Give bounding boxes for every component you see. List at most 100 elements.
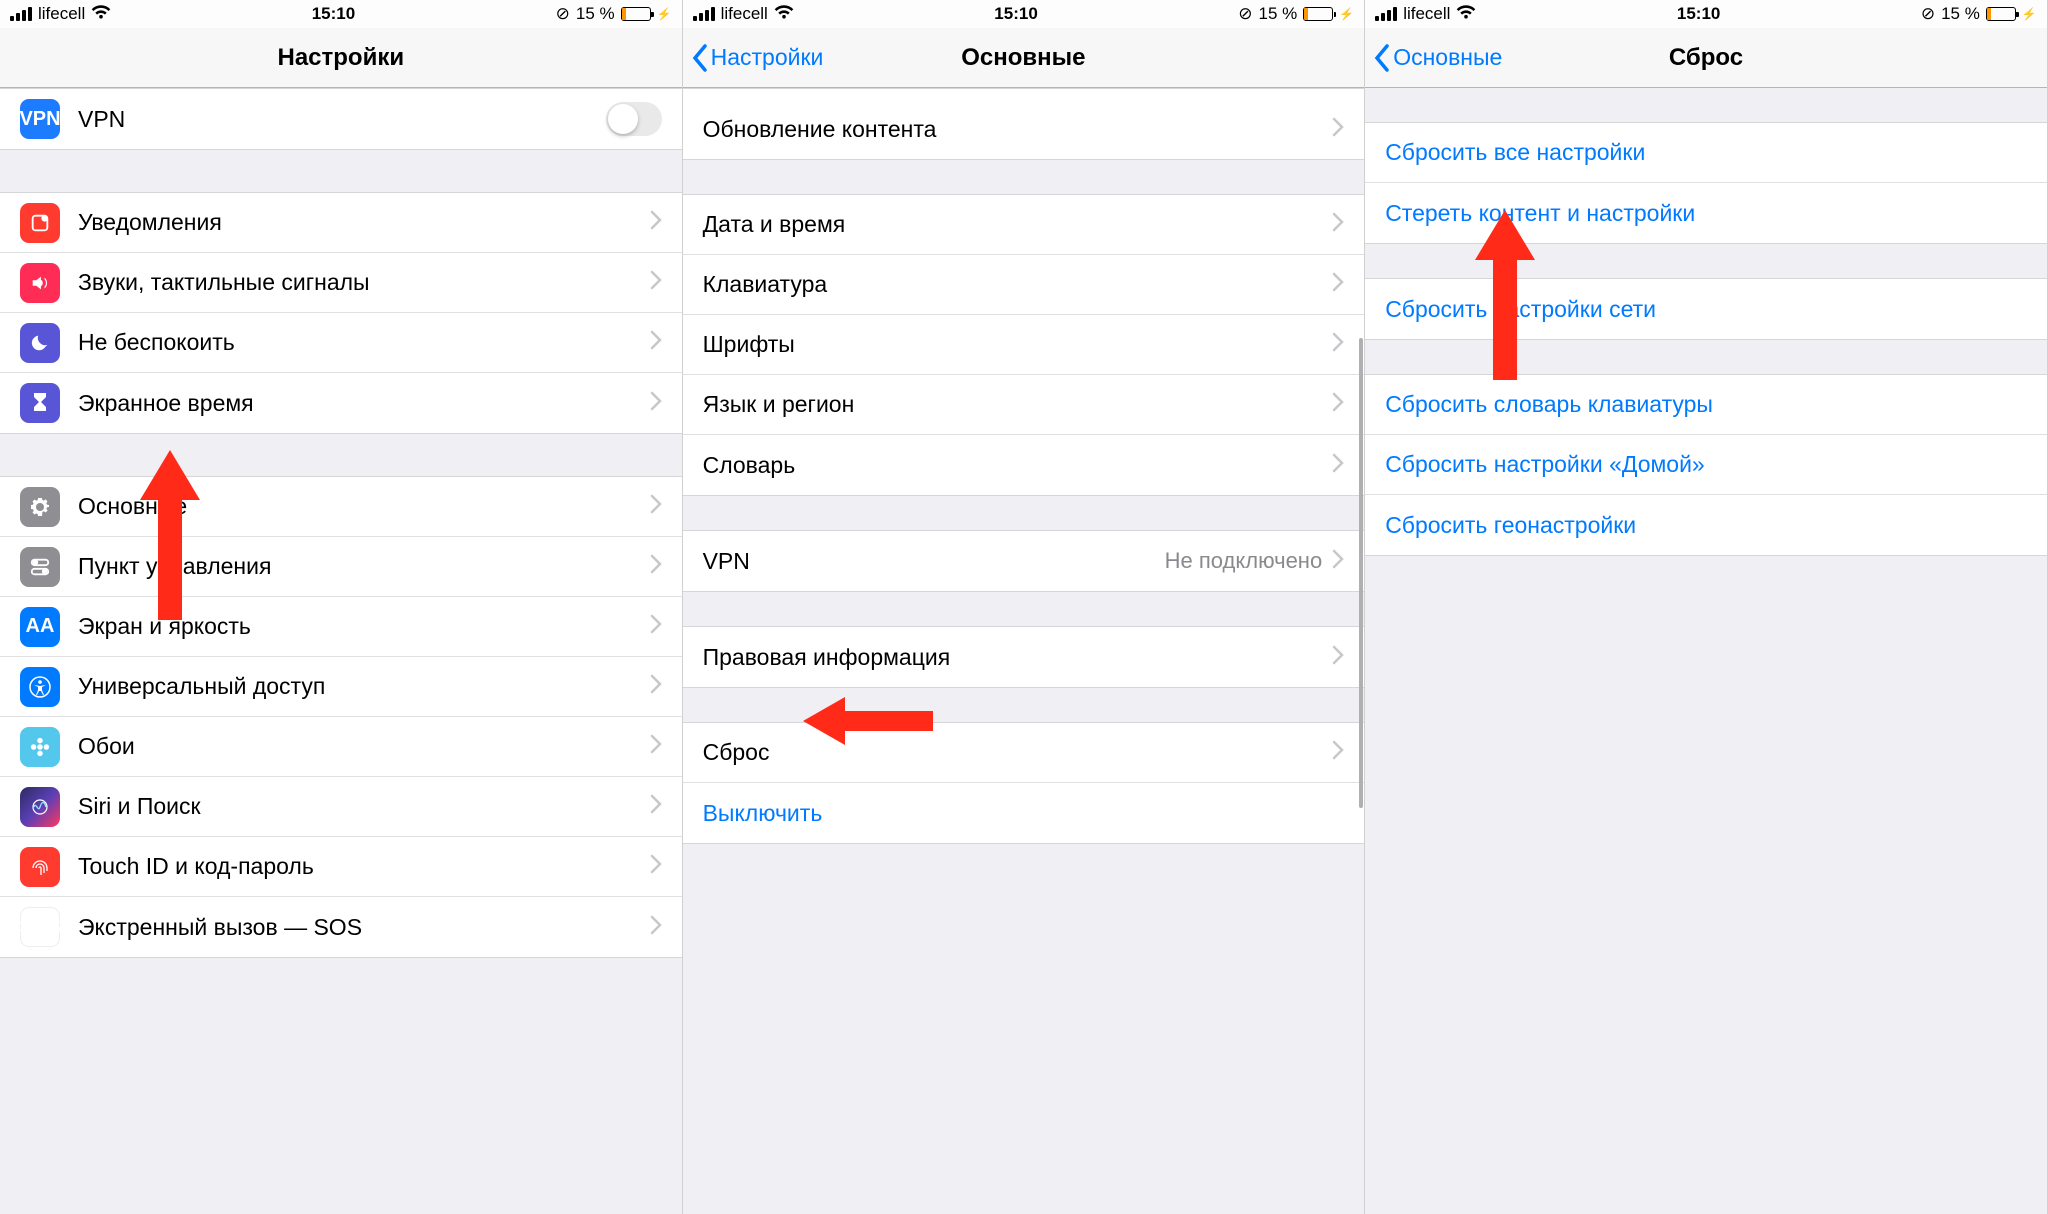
row-sos[interactable]: SOS Экстренный вызов — SOS <box>0 897 682 957</box>
switches-icon <box>20 547 60 587</box>
row-sounds[interactable]: Звуки, тактильные сигналы <box>0 253 682 313</box>
row-fonts[interactable]: Шрифты <box>683 315 1365 375</box>
row-vpn[interactable]: VPN Не подключено <box>683 531 1365 591</box>
chevron-right-icon <box>1332 212 1344 237</box>
moon-icon <box>20 323 60 363</box>
row-control-center[interactable]: Пункт управления <box>0 537 682 597</box>
row-keyboard[interactable]: Клавиатура <box>683 255 1365 315</box>
row-erase-all-content[interactable]: Стереть контент и настройки <box>1365 183 2047 243</box>
chevron-right-icon <box>650 330 662 355</box>
page-title: Сброс <box>1669 44 1743 72</box>
row-background-refresh[interactable]: Обновление контента <box>683 99 1365 159</box>
row-label: VPN <box>78 106 606 133</box>
row-shutdown[interactable]: Выключить <box>683 783 1365 843</box>
sos-icon: SOS <box>20 907 60 947</box>
status-bar: lifecell 15:10 ⊘ 15 % ⚡ <box>1365 0 2047 28</box>
chevron-right-icon <box>650 270 662 295</box>
row-reset-keyboard-dict[interactable]: Сбросить словарь клавиатуры <box>1365 375 2047 435</box>
flower-icon <box>20 727 60 767</box>
vpn-toggle[interactable] <box>606 102 662 136</box>
row-label: Стереть контент и настройки <box>1385 200 2027 227</box>
nav-header: Настройки Основные <box>683 28 1365 88</box>
chevron-right-icon <box>650 210 662 235</box>
row-label: Словарь <box>703 452 1333 479</box>
row-general[interactable]: Основные <box>0 477 682 537</box>
row-label: Экран и яркость <box>78 613 650 640</box>
signal-icon <box>693 7 715 21</box>
page-title: Настройки <box>277 44 404 72</box>
row-reset[interactable]: Сброс <box>683 723 1365 783</box>
charging-icon: ⚡ <box>657 7 672 21</box>
chevron-right-icon <box>650 494 662 519</box>
row-label: Не беспокоить <box>78 329 650 356</box>
back-button[interactable]: Настройки <box>691 28 824 87</box>
row-notifications[interactable]: Уведомления <box>0 193 682 253</box>
hourglass-icon <box>20 383 60 423</box>
chevron-right-icon <box>1332 392 1344 417</box>
wifi-icon <box>91 4 111 24</box>
clock: 15:10 <box>312 4 355 24</box>
row-reset-location[interactable]: Сбросить геонастройки <box>1365 495 2047 555</box>
chevron-right-icon <box>650 554 662 579</box>
orientation-lock-icon: ⊘ <box>1921 4 1935 24</box>
row-siri[interactable]: Siri и Поиск <box>0 777 682 837</box>
row-label: Touch ID и код-пароль <box>78 853 650 880</box>
back-label: Основные <box>1393 44 1502 71</box>
page-title: Основные <box>961 44 1085 72</box>
signal-icon <box>1375 7 1397 21</box>
sounds-icon <box>20 263 60 303</box>
row-label: Siri и Поиск <box>78 793 650 820</box>
nav-header: Настройки <box>0 28 682 88</box>
signal-icon <box>10 7 32 21</box>
row-reset-home-layout[interactable]: Сбросить настройки «Домой» <box>1365 435 2047 495</box>
row-label: Сбросить все настройки <box>1385 139 2027 166</box>
charging-icon: ⚡ <box>1339 7 1354 21</box>
row-label: Сбросить настройки сети <box>1385 296 2027 323</box>
row-reset-all-settings[interactable]: Сбросить все настройки <box>1365 123 2047 183</box>
row-accessibility[interactable]: Универсальный доступ <box>0 657 682 717</box>
battery-icon <box>621 7 651 21</box>
row-display[interactable]: AA Экран и яркость <box>0 597 682 657</box>
chevron-right-icon <box>1332 740 1344 765</box>
row-label: Сбросить словарь клавиатуры <box>1385 391 2027 418</box>
row-wallpaper[interactable]: Обои <box>0 717 682 777</box>
row-touchid[interactable]: Touch ID и код-пароль <box>0 837 682 897</box>
chevron-right-icon <box>650 734 662 759</box>
screen-settings: lifecell 15:10 ⊘ 15 % ⚡ Настройки VPN VP… <box>0 0 683 1214</box>
row-reset-network[interactable]: Сбросить настройки сети <box>1365 279 2047 339</box>
chevron-right-icon <box>1332 332 1344 357</box>
scrollbar[interactable] <box>1359 338 1363 808</box>
general-list[interactable]: Обновление контента Дата и время Клавиат… <box>683 88 1365 886</box>
row-date-time[interactable]: Дата и время <box>683 195 1365 255</box>
row-language-region[interactable]: Язык и регион <box>683 375 1365 435</box>
row-label: Обои <box>78 733 650 760</box>
chevron-right-icon <box>1332 453 1344 478</box>
chevron-right-icon <box>1332 117 1344 142</box>
carrier-label: lifecell <box>38 4 85 24</box>
notifications-icon <box>20 203 60 243</box>
siri-icon <box>20 787 60 827</box>
chevron-right-icon <box>650 674 662 699</box>
settings-list[interactable]: VPN VPN Уведомления Звуки, тактильные си… <box>0 88 682 958</box>
row-label: Шрифты <box>703 331 1333 358</box>
row-label: Язык и регион <box>703 391 1333 418</box>
row-dictionary[interactable]: Словарь <box>683 435 1365 495</box>
row-label: Пункт управления <box>78 553 650 580</box>
row-vpn[interactable]: VPN VPN <box>0 89 682 149</box>
row-legal[interactable]: Правовая информация <box>683 627 1365 687</box>
screen-general: lifecell 15:10 ⊘ 15 % ⚡ Настройки Основн… <box>683 0 1366 1214</box>
wifi-icon <box>774 4 794 24</box>
clock: 15:10 <box>1677 4 1720 24</box>
row-screentime[interactable]: Экранное время <box>0 373 682 433</box>
row-label: Основные <box>78 493 650 520</box>
row-label: Правовая информация <box>703 644 1333 671</box>
chevron-right-icon <box>1332 645 1344 670</box>
back-button[interactable]: Основные <box>1373 28 1502 87</box>
screen-reset: lifecell 15:10 ⊘ 15 % ⚡ Основные Сброс С… <box>1365 0 2048 1214</box>
reset-list[interactable]: Сбросить все настройки Стереть контент и… <box>1365 88 2047 556</box>
row-detail: Не подключено <box>1165 548 1323 574</box>
row-dnd[interactable]: Не беспокоить <box>0 313 682 373</box>
nav-header: Основные Сброс <box>1365 28 2047 88</box>
status-bar: lifecell 15:10 ⊘ 15 % ⚡ <box>683 0 1365 28</box>
vpn-icon: VPN <box>20 99 60 139</box>
